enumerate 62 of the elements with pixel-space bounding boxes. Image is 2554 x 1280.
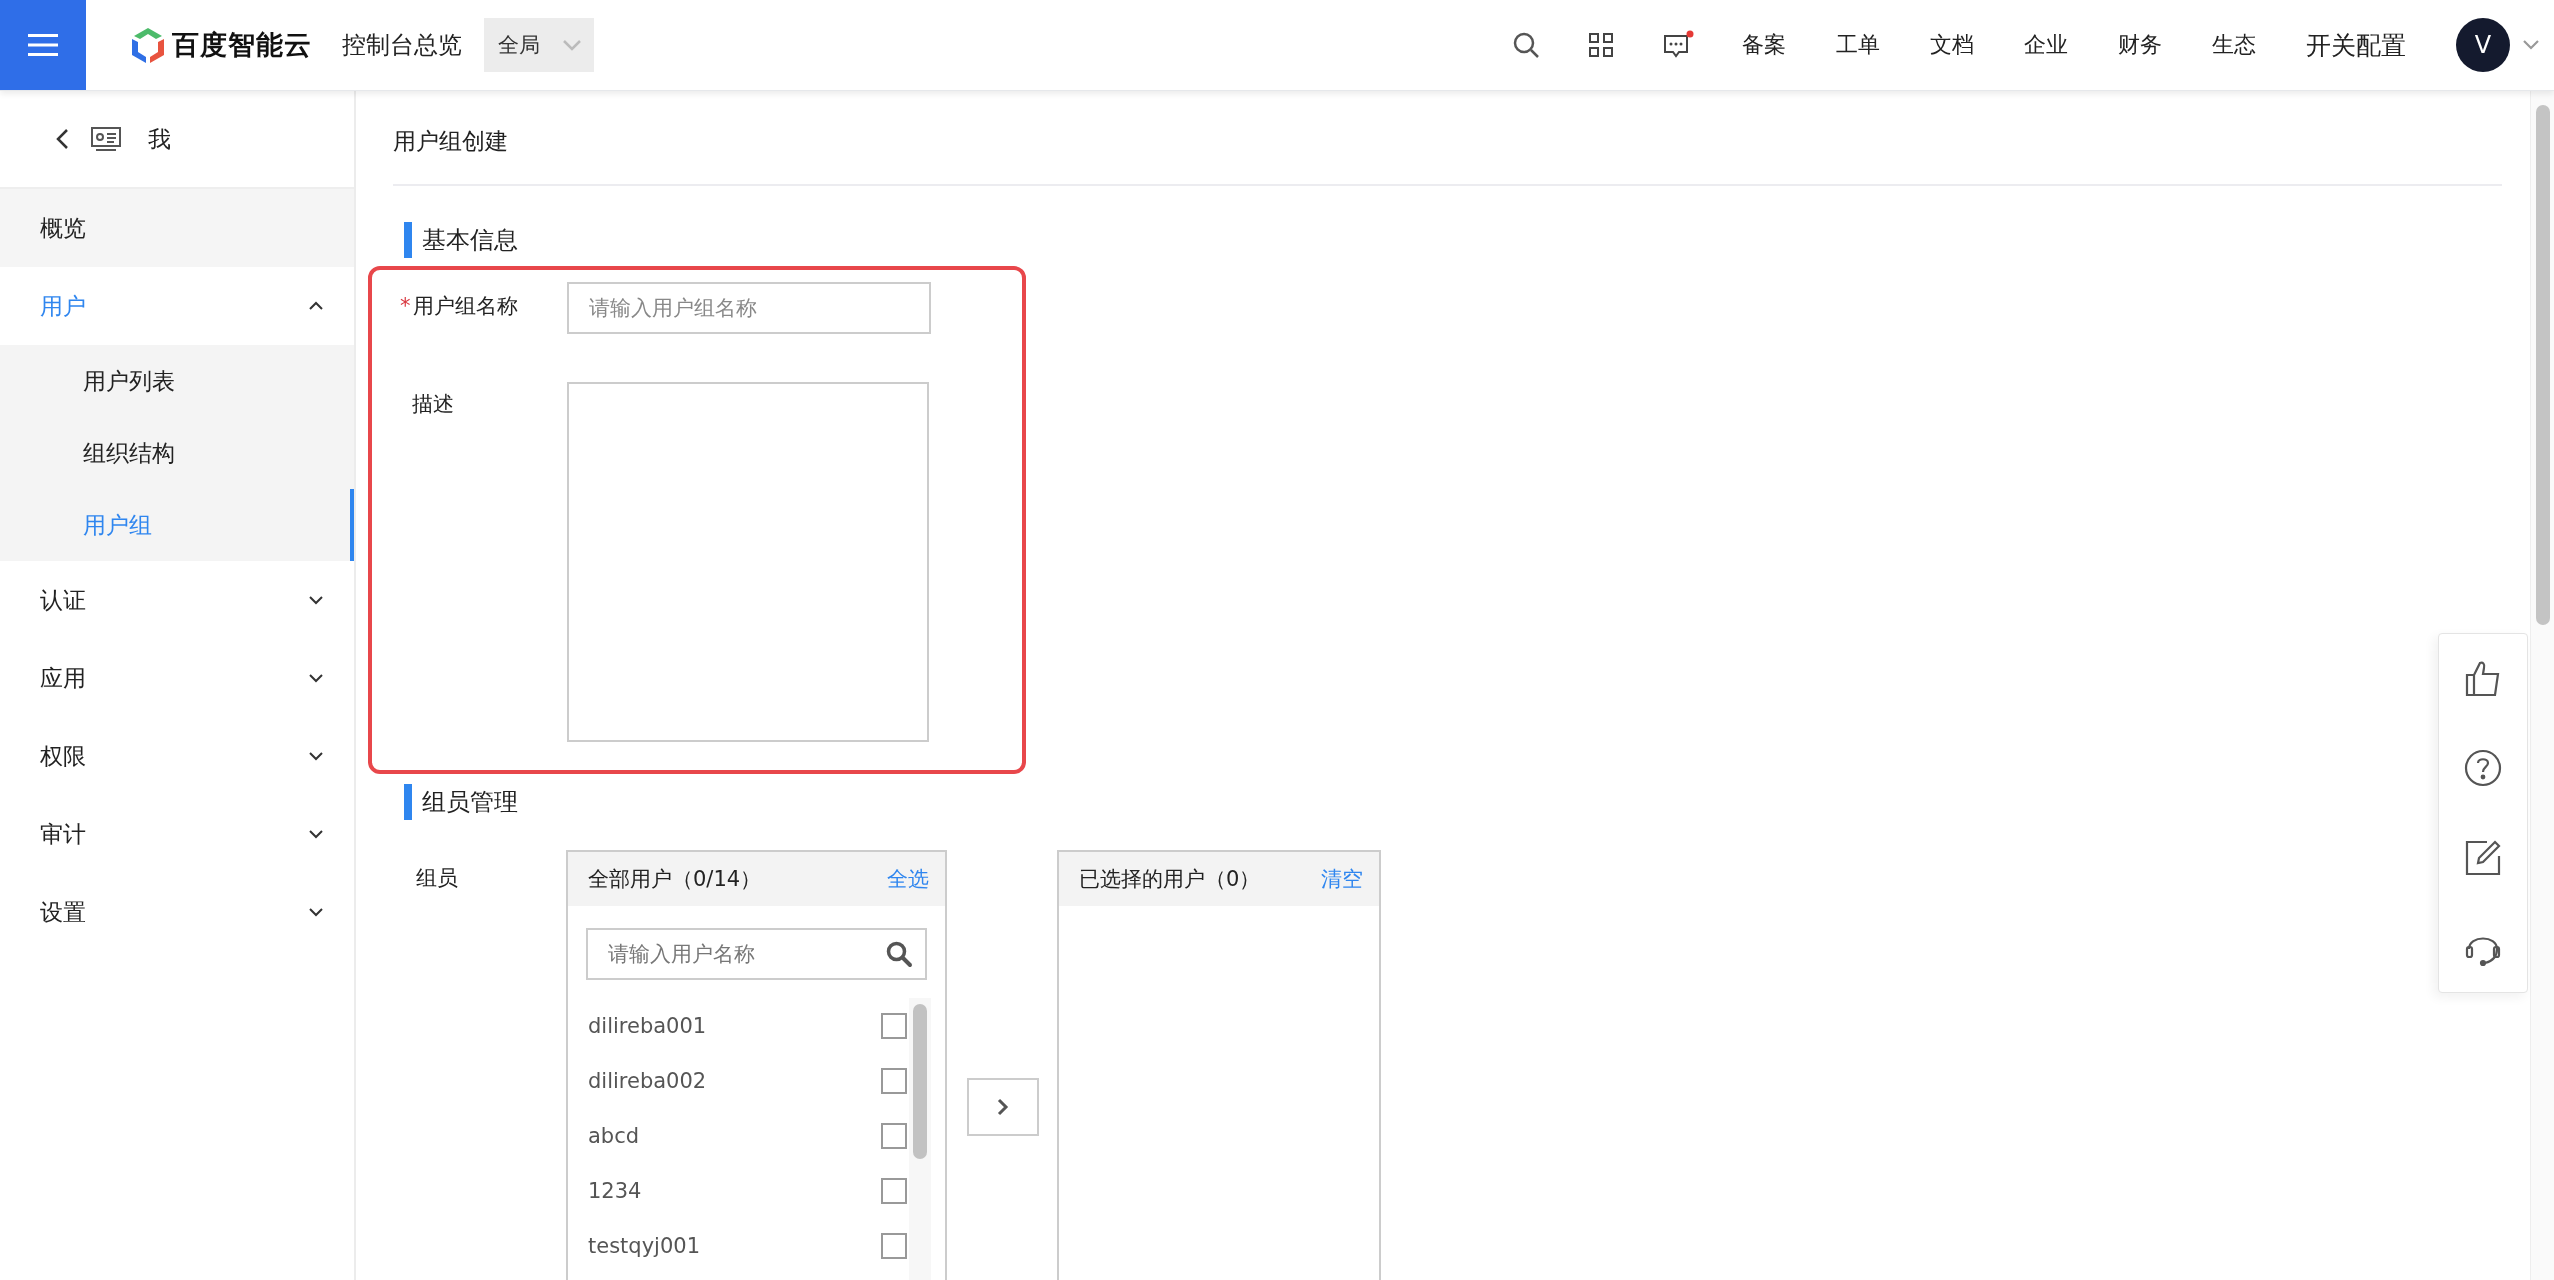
checkbox[interactable] (881, 1177, 907, 1204)
section-heading: 基本信息 (404, 222, 2502, 258)
id-card-icon (90, 126, 122, 152)
nav-link[interactable]: 财务 (2118, 30, 2162, 60)
page-scrollbar[interactable] (2530, 91, 2554, 1280)
sidebar-subitem[interactable]: 组织结构 (0, 417, 354, 489)
sidebar-subitem[interactable]: 用户列表 (0, 345, 354, 417)
checkbox[interactable] (881, 1232, 907, 1259)
qr-code-icon[interactable] (1588, 32, 1614, 58)
nav-link[interactable]: 备案 (1742, 30, 1786, 60)
logo-icon (130, 26, 166, 64)
sidebar-item[interactable]: 应用 (0, 639, 354, 717)
avatar[interactable]: V (2456, 18, 2510, 72)
back-icon[interactable] (54, 127, 70, 151)
user-name: 1234 (588, 1178, 642, 1203)
region-select[interactable]: 全局 (484, 18, 594, 72)
checkbox[interactable] (881, 1122, 907, 1149)
field-label: 组员 (415, 865, 459, 892)
chevron-right-icon (996, 1097, 1010, 1117)
search-icon[interactable] (1512, 31, 1540, 59)
sidebar-item[interactable]: 设置 (0, 873, 354, 951)
search-icon[interactable] (885, 940, 913, 968)
name-input-field[interactable]: 请输入用户组名称 (567, 282, 931, 334)
nav-link[interactable]: 文档 (1930, 30, 1974, 60)
chevron-icon (308, 751, 324, 761)
user-search-field[interactable]: 请输入用户名称 (586, 928, 927, 980)
checkbox[interactable] (881, 1067, 907, 1094)
nav-link[interactable]: 企业 (2024, 30, 2068, 60)
menu-icon (28, 33, 58, 57)
chevron-icon (308, 673, 324, 683)
sidebar-title: 我 (148, 124, 171, 154)
field-label: 描述 (411, 391, 455, 418)
chevron-icon (308, 595, 324, 605)
scrollbar[interactable] (909, 998, 931, 1280)
field-label: *用户组名称 (402, 293, 519, 320)
brand-name: 百度智能云 (172, 28, 312, 62)
chevron-down-icon[interactable] (2522, 39, 2540, 51)
message-icon[interactable] (1662, 30, 1694, 60)
chevron-icon (308, 907, 324, 917)
page-title: 用户组创建 (393, 127, 509, 156)
help-icon[interactable] (2463, 748, 2503, 789)
chevron-icon (308, 301, 324, 311)
chevron-icon (308, 829, 324, 839)
panel-title: 已选择的用户（0） (1079, 866, 1261, 893)
checkbox[interactable] (881, 1012, 907, 1039)
user-name: dilireba002 (588, 1068, 707, 1093)
user-name: dilireba001 (588, 1013, 707, 1038)
panel-title: 全部用户（0/14） (588, 866, 762, 893)
nav-link[interactable]: 工单 (1836, 30, 1880, 60)
sidebar-item[interactable]: 认证 (0, 561, 354, 639)
sidebar-item[interactable]: 用户 (0, 267, 354, 345)
sidebar-item[interactable]: 权限 (0, 717, 354, 795)
nav-link[interactable]: 开关配置 (2306, 28, 2406, 62)
sidebar-item[interactable]: 概览 (0, 189, 354, 267)
user-name: testqyj001 (588, 1233, 700, 1258)
user-name: abcd (588, 1123, 640, 1148)
console-link[interactable]: 控制台总览 (342, 29, 462, 61)
chevron-down-icon (562, 39, 582, 51)
menu-button[interactable] (0, 0, 86, 90)
sidebar-item[interactable]: 审计 (0, 795, 354, 873)
nav-link[interactable]: 生态 (2212, 30, 2256, 60)
description-field[interactable] (567, 382, 929, 742)
